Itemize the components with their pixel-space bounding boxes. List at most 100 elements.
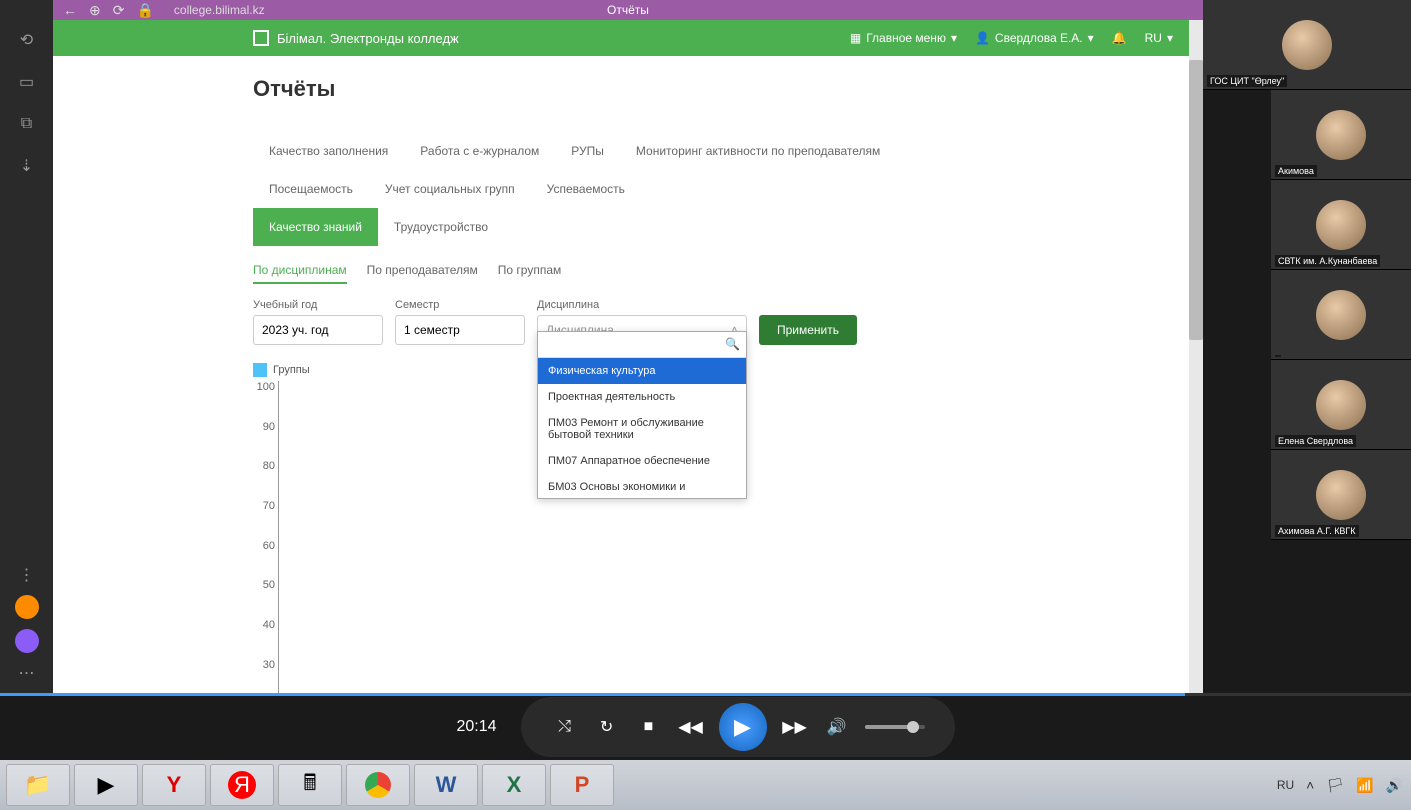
downloads-icon[interactable]: ⇣ <box>17 156 37 176</box>
tab-monitoring[interactable]: Мониторинг активности по преподавателям <box>620 132 896 170</box>
legend-color <box>253 363 267 377</box>
y-tick: 30 <box>251 659 275 671</box>
apply-button[interactable]: Применить <box>759 315 857 345</box>
browser-address-bar: ← ⊕ ⟳ 🔒 college.bilimal.kz Отчёты <box>53 0 1203 20</box>
taskbar-yandex[interactable]: Y <box>142 764 206 806</box>
chevron-down-icon: ▾ <box>951 31 957 45</box>
shuffle-icon[interactable]: ⤭ <box>551 713 579 741</box>
tab-social[interactable]: Учет социальных групп <box>369 170 531 208</box>
tab-employment[interactable]: Трудоустройство <box>378 208 504 246</box>
legend-label: Группы <box>273 364 310 376</box>
sub-tabs: По дисциплинам По преподавателям По груп… <box>253 258 1003 284</box>
main-content: Білімал. Электронды колледж ▦ Главное ме… <box>53 20 1203 693</box>
rewind-icon[interactable]: ◀◀ <box>677 713 705 741</box>
y-tick: 50 <box>251 579 275 591</box>
video-participant[interactable]: СВТК им. А.Кунанбаева <box>1271 180 1411 270</box>
bell-icon[interactable]: 🔔 <box>1112 31 1127 45</box>
repeat-icon[interactable]: ↻ <box>593 713 621 741</box>
stop-icon[interactable]: ■ <box>635 713 663 741</box>
tray-volume-icon[interactable]: 🔊 <box>1386 777 1403 794</box>
volume-slider[interactable] <box>865 725 925 729</box>
semester-label: Семестр <box>395 299 525 311</box>
taskbar-yandex-search[interactable]: Я <box>210 764 274 806</box>
tray-flag-icon[interactable]: 🏳 <box>1326 777 1344 794</box>
progress-fill <box>0 693 1185 696</box>
page-title: Отчёты <box>253 76 1003 102</box>
tray-chevron-icon[interactable]: ˄ <box>1306 777 1314 793</box>
play-button[interactable]: ▶ <box>719 703 767 751</box>
tab-ejournal[interactable]: Работа с е-журналом <box>404 132 555 170</box>
main-menu-button[interactable]: ▦ Главное меню ▾ <box>850 31 957 45</box>
scroll-thumb[interactable] <box>1189 60 1203 340</box>
dropdown-search-input[interactable] <box>538 332 746 358</box>
subtab-by-teacher[interactable]: По преподавателям <box>367 258 478 284</box>
lock-icon: 🔒 <box>136 2 153 19</box>
taskbar-word[interactable]: W <box>414 764 478 806</box>
logo-icon <box>253 30 269 46</box>
dropdown-item[interactable]: Физическая культура <box>538 358 746 384</box>
tab-performance[interactable]: Успеваемость <box>531 170 641 208</box>
y-tick: 70 <box>251 500 275 512</box>
chevron-down-icon: ▾ <box>1088 31 1094 45</box>
video-participant[interactable] <box>1271 270 1411 360</box>
tab-title: Отчёты <box>607 3 649 17</box>
progress-track[interactable] <box>0 693 1411 696</box>
tab-quality-fill[interactable]: Качество заполнения <box>253 132 404 170</box>
taskbar-chrome[interactable] <box>346 764 410 806</box>
tab-rup[interactable]: РУПы <box>555 132 620 170</box>
bookmark-icon[interactable]: ▭ <box>17 72 37 92</box>
taskbar-powerpoint[interactable]: P <box>550 764 614 806</box>
video-panel: ГОС ЦИТ "Өрлеу" Акимова СВТК им. А.Кунан… <box>1203 0 1411 693</box>
lang-menu[interactable]: RU ▾ <box>1145 31 1173 45</box>
more-icon[interactable]: ⋯ <box>17 663 37 683</box>
y-tick: 90 <box>251 421 275 433</box>
app-left-sidebar: ⟲ ▭ ⧉ ⇣ ⋮ ⋯ <box>0 0 53 693</box>
discipline-dropdown: 🔍 Физическая культура Проектная деятельн… <box>537 331 747 499</box>
year-select[interactable] <box>253 315 383 345</box>
tab-attendance[interactable]: Посещаемость <box>253 170 369 208</box>
page-scrollbar[interactable] <box>1189 20 1203 693</box>
user-icon: 👤 <box>975 31 990 45</box>
taskbar-mediaplayer[interactable]: ▶ <box>74 764 138 806</box>
dropdown-item[interactable]: Проектная деятельность <box>538 384 746 410</box>
shield-icon[interactable]: ⊕ <box>89 2 101 19</box>
app-header: Білімал. Электронды колледж ▦ Главное ме… <box>53 20 1203 56</box>
taskbar-calculator[interactable]: 🖩 <box>278 764 342 806</box>
y-tick: 60 <box>251 540 275 552</box>
taskbar-excel[interactable]: X <box>482 764 546 806</box>
dropdown-item[interactable]: БМ03 Основы экономики и <box>538 474 746 498</box>
brand-text: Білімал. Электронды колледж <box>277 31 459 46</box>
reload-icon[interactable]: ⟳ <box>113 2 125 19</box>
time-display: 20:14 <box>456 718 496 736</box>
search-icon: 🔍 <box>725 337 740 351</box>
volume-icon[interactable]: 🔊 <box>823 713 851 741</box>
video-participant[interactable]: Елена Свердлова <box>1271 360 1411 450</box>
back-icon[interactable]: ← <box>63 2 77 18</box>
forward-icon[interactable]: ▶▶ <box>781 713 809 741</box>
subtab-by-discipline[interactable]: По дисциплинам <box>253 258 347 284</box>
report-tabs: Качество заполнения Работа с е-журналом … <box>253 132 1003 208</box>
video-participant[interactable]: Акимова <box>1271 90 1411 180</box>
menu-icon: ▦ <box>850 31 861 45</box>
history-icon[interactable]: ⟲ <box>17 30 37 50</box>
taskbar-explorer[interactable]: 📁 <box>6 764 70 806</box>
taskbar-lang[interactable]: RU <box>1277 778 1294 792</box>
tabs-icon[interactable]: ⧉ <box>17 114 37 134</box>
year-label: Учебный год <box>253 299 383 311</box>
dropdown-item[interactable]: ПМ03 Ремонт и обслуживание бытовой техни… <box>538 410 746 448</box>
tab-knowledge-quality[interactable]: Качество знаний <box>253 208 378 246</box>
url-text[interactable]: college.bilimal.kz <box>174 3 265 17</box>
tray-network-icon[interactable]: 📶 <box>1356 777 1373 794</box>
windows-taskbar: 📁 ▶ Y Я 🖩 W X P RU ˄ 🏳 📶 🔊 <box>0 760 1411 810</box>
discipline-label: Дисциплина <box>537 299 747 311</box>
volume-knob[interactable] <box>907 721 919 733</box>
user-menu[interactable]: 👤 Свердлова Е.А. ▾ <box>975 31 1094 45</box>
dropdown-item[interactable]: ПМ07 Аппаратное обеспечение <box>538 448 746 474</box>
filters: Учебный год Семестр Дисциплина Дисциплин… <box>253 299 1003 345</box>
video-participant[interactable]: Ахимова А.Г. КВГК <box>1271 450 1411 540</box>
extension-icon-2[interactable] <box>15 629 39 653</box>
extension-icon-1[interactable] <box>15 595 39 619</box>
video-participant[interactable]: ГОС ЦИТ "Өрлеу" <box>1203 0 1411 90</box>
subtab-by-group[interactable]: По группам <box>498 258 561 284</box>
semester-select[interactable] <box>395 315 525 345</box>
